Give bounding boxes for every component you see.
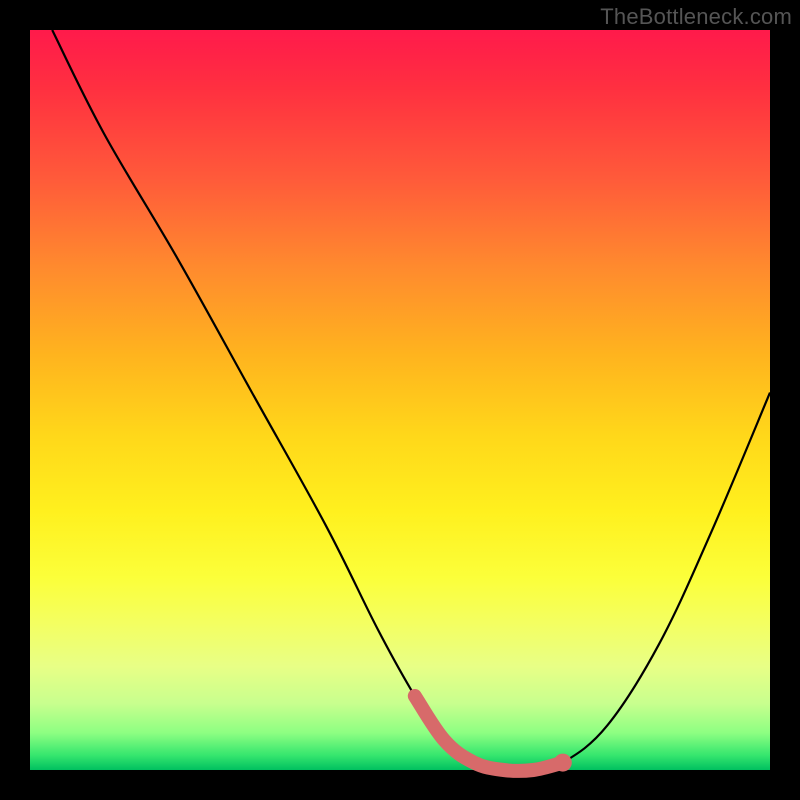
curve-highlight xyxy=(415,696,563,771)
curve-line xyxy=(52,30,770,771)
bottleneck-curve xyxy=(30,30,770,770)
chart-frame: TheBottleneck.com xyxy=(0,0,800,800)
watermark-text: TheBottleneck.com xyxy=(600,4,792,30)
chart-plot-area xyxy=(30,30,770,770)
highlight-dot-icon xyxy=(554,754,572,772)
